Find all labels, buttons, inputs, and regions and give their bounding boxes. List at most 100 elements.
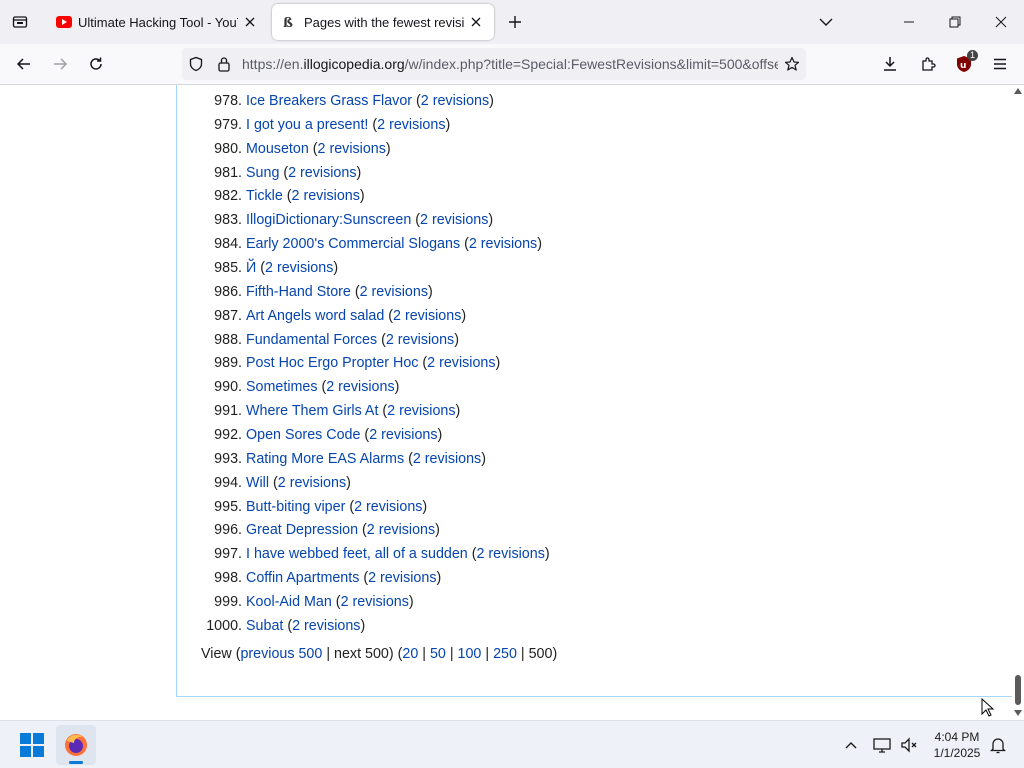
ublock-origin-button[interactable]: u 1 [948, 48, 980, 80]
page-link[interactable]: Subat [246, 618, 283, 634]
volume-status[interactable] [894, 725, 924, 765]
revisions-link[interactable]: 2 revisions [427, 355, 495, 371]
previous-link[interactable]: previous 500 [240, 646, 322, 662]
page-content: 978. Ice Breakers Grass Flavor (2 revisio… [0, 85, 1012, 719]
page-link[interactable]: Open Sores Code [246, 427, 360, 443]
revisions-link[interactable]: 2 revisions [360, 284, 428, 300]
revisions-link[interactable]: 2 revisions [477, 546, 545, 562]
revisions-link[interactable]: 2 revisions [377, 117, 445, 133]
restore-button[interactable] [932, 0, 978, 44]
windows-logo-icon [20, 733, 44, 757]
lock-icon[interactable] [210, 48, 238, 80]
page-link[interactable]: Fifth-Hand Store [246, 284, 351, 300]
vertical-scrollbar[interactable] [1012, 85, 1024, 719]
page-link[interactable]: Art Angels word salad [246, 308, 384, 324]
page-link[interactable]: Early 2000's Commercial Slogans [246, 236, 460, 252]
page-link[interactable]: Will [246, 475, 269, 491]
item-number: 989. [214, 355, 242, 372]
page-link[interactable]: Fundamental Forces [246, 332, 377, 348]
tab-title: Pages with the fewest revisions [304, 14, 464, 30]
limit-link[interactable]: 50 [430, 646, 446, 662]
page-link[interactable]: Tickle [246, 188, 283, 204]
mouse-cursor-icon [981, 698, 995, 717]
tab-fewest-revisions[interactable]: ß Pages with the fewest revisions [272, 4, 494, 40]
forward-button[interactable] [44, 48, 76, 80]
revisions-link[interactable]: 2 revisions [288, 165, 356, 181]
list-all-tabs-button[interactable] [810, 6, 842, 38]
revisions-link[interactable]: 2 revisions [292, 188, 360, 204]
list-item: 996. Great Depression (2 revisions) [200, 518, 550, 542]
page-link[interactable]: Й [246, 260, 256, 276]
reload-button[interactable] [80, 48, 112, 80]
page-link[interactable]: Sometimes [246, 379, 318, 395]
url-text[interactable]: https://en.illogicopedia.org/w/index.php… [242, 56, 778, 72]
list-item: 979. I got you a present! (2 revisions) [200, 113, 550, 137]
address-bar[interactable]: https://en.illogicopedia.org/w/index.php… [182, 48, 806, 80]
app-menu-button[interactable] [984, 48, 1016, 80]
revisions-link[interactable]: 2 revisions [326, 379, 394, 395]
item-number: 993. [214, 450, 242, 467]
back-button[interactable] [8, 48, 40, 80]
revisions-link[interactable]: 2 revisions [469, 236, 537, 252]
page-link[interactable]: I got you a present! [246, 117, 368, 133]
downloads-button[interactable] [874, 48, 906, 80]
taskbar-firefox[interactable] [56, 725, 96, 765]
revisions-link[interactable]: 2 revisions [421, 93, 489, 109]
limit-link[interactable]: 250 [493, 646, 517, 662]
show-hidden-icons-button[interactable] [832, 725, 870, 765]
limit-link[interactable]: 100 [458, 646, 482, 662]
start-button[interactable] [12, 725, 52, 765]
item-number: 998. [214, 570, 242, 587]
list-item: 981. Sung (2 revisions) [200, 161, 550, 185]
page-link[interactable]: Kool-Aid Man [246, 594, 332, 610]
page-link[interactable]: Great Depression [246, 522, 358, 538]
revisions-link[interactable]: 2 revisions [387, 403, 455, 419]
page-link[interactable]: Rating More EAS Alarms [246, 451, 404, 467]
list-item: 986. Fifth-Hand Store (2 revisions) [200, 280, 550, 304]
page-link[interactable]: Mouseton [246, 141, 309, 157]
revisions-link[interactable]: 2 revisions [292, 618, 360, 634]
revisions-link[interactable]: 2 revisions [354, 499, 422, 515]
page-link[interactable]: Post Hoc Ergo Propter Hoc [246, 355, 418, 371]
firefox-view-button[interactable] [4, 6, 36, 38]
revisions-link[interactable]: 2 revisions [420, 212, 488, 228]
tab-youtube[interactable]: Ultimate Hacking Tool - YouTube [46, 4, 268, 40]
close-tab-icon[interactable] [242, 14, 258, 30]
revisions-link[interactable]: 2 revisions [265, 260, 333, 276]
limit-link[interactable]: 20 [402, 646, 418, 662]
page-link[interactable]: Butt-biting viper [246, 499, 345, 515]
page-link[interactable]: I have webbed feet, all of a sudden [246, 546, 468, 562]
revisions-link[interactable]: 2 revisions [393, 308, 461, 324]
extensions-button[interactable] [912, 48, 944, 80]
new-tab-button[interactable] [500, 6, 530, 38]
revisions-link[interactable]: 2 revisions [278, 475, 346, 491]
close-window-button[interactable] [978, 0, 1024, 44]
revisions-link[interactable]: 2 revisions [367, 522, 435, 538]
revisions-link[interactable]: 2 revisions [369, 427, 437, 443]
page-link[interactable]: Where Them Girls At [246, 403, 378, 419]
speaker-muted-icon [901, 737, 917, 753]
tracking-protection-shield-icon[interactable] [182, 48, 210, 80]
revisions-link[interactable]: 2 revisions [318, 141, 386, 157]
page-link[interactable]: IllogiDictionary:Sunscreen [246, 212, 411, 228]
minimize-button[interactable] [886, 0, 932, 44]
bookmark-star-icon[interactable] [778, 48, 806, 80]
clock[interactable]: 4:04 PM 1/1/2025 [922, 729, 992, 761]
scroll-up-arrow-icon[interactable] [1014, 87, 1022, 95]
revisions-link[interactable]: 2 revisions [368, 570, 436, 586]
page-link[interactable]: Ice Breakers Grass Flavor [246, 93, 412, 109]
extension-badge: 1 [966, 50, 978, 61]
revisions-link[interactable]: 2 revisions [413, 451, 481, 467]
item-number: 995. [214, 498, 242, 515]
revisions-link[interactable]: 2 revisions [341, 594, 409, 610]
item-number: 983. [214, 212, 242, 229]
close-tab-icon[interactable] [468, 14, 484, 30]
close-icon [995, 16, 1007, 28]
scrollbar-thumb[interactable] [1015, 675, 1021, 705]
scroll-down-arrow-icon[interactable] [1014, 709, 1022, 717]
download-icon [884, 57, 896, 71]
page-link[interactable]: Sung [246, 165, 279, 181]
notifications-button[interactable] [984, 725, 1012, 765]
revisions-link[interactable]: 2 revisions [386, 332, 454, 348]
page-link[interactable]: Coffin Apartments [246, 570, 359, 586]
